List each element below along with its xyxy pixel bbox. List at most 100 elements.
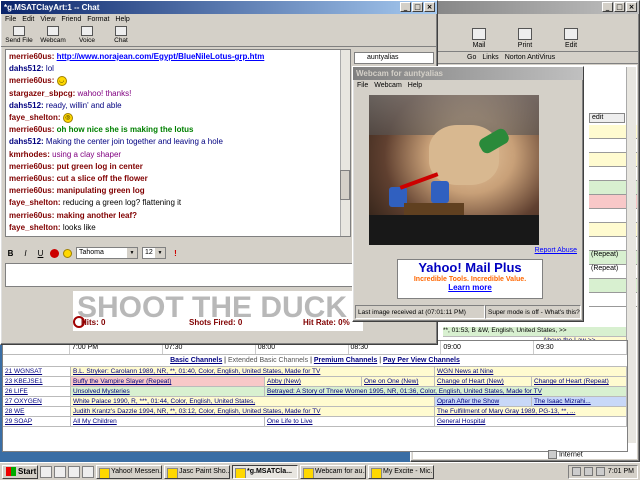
program-cell[interactable]: Oprah After the Show [435,397,532,406]
taskbar-button[interactable]: Webcam for au... [300,464,366,479]
channel-name[interactable]: 27 OXYGEN [3,397,71,406]
program-cell[interactable]: Betrayed: A Story of Three Women 1995, N… [265,387,627,396]
program-cell[interactable]: The Fulfillment of Mary Gray 1989, PG-13… [435,407,627,416]
message-nick[interactable]: merrie60us: [9,76,54,85]
message-nick[interactable]: dahs512: [9,137,44,146]
basic-channels-link[interactable]: Basic Channels [170,357,222,364]
message-link[interactable]: http://www.norajean.com/Egypt/BlueNileLo… [57,52,265,61]
clock[interactable]: 7:01 PM [608,468,634,475]
quicklaunch-ie-icon[interactable] [40,465,52,478]
print-button[interactable]: Print [503,16,547,49]
antivirus-tray-icon[interactable] [595,467,605,476]
send-file-button[interactable]: Send File [4,26,34,45]
start-button[interactable]: Start [2,464,38,479]
norton-button[interactable]: Norton AntiVirus [505,54,555,61]
message-nick[interactable]: stargazer_sbpcg: [9,89,75,98]
webcam-titlebar[interactable]: Webcam for auntyalias [353,67,583,80]
premium-channels-link[interactable]: Premium Channels [314,357,377,364]
menu-edit[interactable]: Edit [22,16,34,23]
mail-button[interactable]: Mail [457,16,501,49]
quicklaunch-word-icon[interactable] [82,465,94,478]
menu-help[interactable]: Help [115,16,129,23]
taskbar-button[interactable]: My Excite - Mic... [368,464,434,479]
edit-button[interactable]: Edit [549,16,593,49]
message-nick[interactable]: faye_shelton: [9,198,61,207]
message-nick[interactable]: merrie60us: [9,162,54,171]
program-cell[interactable]: One on One (New) [362,377,435,386]
taskbar-button[interactable]: *g.MSATCla... [232,464,298,479]
underline-button[interactable]: U [35,248,46,259]
program-cell[interactable]: General Hospital [435,417,627,426]
taskbar-button[interactable]: Yahoo! Messen... [96,464,162,479]
quicklaunch-outlook-icon[interactable] [68,465,80,478]
quicklaunch-desktop-icon[interactable] [54,465,66,478]
volume-icon[interactable] [571,467,581,476]
menu-view[interactable]: View [40,16,55,23]
learn-more-link[interactable]: Learn more [398,283,542,292]
webcam-menu-webcam[interactable]: Webcam [374,82,402,89]
program-cell[interactable]: Judith Krantz's Dazzle 1994, NR, **, 03:… [71,407,435,416]
bold-button[interactable]: B [5,248,16,259]
chat-titlebar[interactable]: *g.MSATClayArt:1 -- Chat _ □ × [1,1,437,14]
program-cell[interactable]: Buffy the Vampire Slayer (Repeat) [71,377,265,386]
chat-button[interactable]: Chat [106,26,136,45]
message-nick[interactable]: faye_shelton: [9,223,61,232]
extended-basic-link[interactable]: Extended Basic Channels [228,357,308,364]
program-cell[interactable]: White Palace 1990, R, ***, 01:44, Color,… [71,397,435,406]
minimize-button[interactable]: _ [400,2,411,12]
channel-name[interactable]: 29 SOAP [3,417,71,426]
webcam-menu-file[interactable]: File [357,82,368,89]
message-nick[interactable]: kmrhodes: [9,150,50,159]
program-cell[interactable]: WGN News at Nine [435,367,627,376]
scroll-thumb[interactable] [340,170,350,200]
program-cell[interactable]: Change of Heart (New) [435,377,532,386]
edit-link[interactable]: edit [589,113,625,123]
font-select[interactable]: Tahoma [76,247,138,259]
message-nick[interactable]: merrie60us: [9,125,54,134]
webcam-menu-help[interactable]: Help [408,82,422,89]
program-cell[interactable]: Unsolved Mysteries [71,387,265,396]
chat-log[interactable]: merrie60us: http://www.norajean.com/Egyp… [5,49,351,237]
program-cell[interactable]: Change of Heart (Repeat) [532,377,627,386]
voice-button[interactable]: Voice [72,26,102,45]
messenger-tray-icon[interactable] [583,467,593,476]
message-nick[interactable]: merrie60us: [9,211,54,220]
channel-name[interactable]: 23 KBEJSE1 [3,377,71,386]
message-nick[interactable]: dahs512: [9,64,44,73]
program-cell[interactable]: B.L. Stryker: Carolann 1989, NR, **, 01:… [71,367,435,376]
webcam-button[interactable]: Webcam [38,26,68,45]
buzz-icon[interactable]: ! [170,248,181,259]
italic-button[interactable]: I [20,248,31,259]
smiley-icon[interactable] [63,248,72,258]
message-nick[interactable]: faye_shelton: [9,113,61,122]
close-button[interactable]: × [424,2,435,12]
program-cell[interactable]: One Life to Live [265,417,435,426]
message-nick[interactable]: merrie60us: [9,52,54,61]
links-button[interactable]: Links [482,54,498,61]
minimize-button[interactable]: _ [602,2,613,12]
size-select[interactable]: 12 [142,247,166,259]
menu-format[interactable]: Format [87,16,109,23]
user-tab[interactable]: auntyalias [354,52,434,64]
taskbar-button[interactable]: Jasc Paint Sho... [164,464,230,479]
color-icon[interactable] [50,248,59,258]
shoot-the-duck-game[interactable]: SHOOT THE DUCK Hits: 0 Shots Fired: 0 Hi… [73,291,363,331]
super-mode-status[interactable]: Super mode is off - What's this? [485,305,581,319]
program-cell[interactable]: All My Children [71,417,265,426]
program-cell[interactable]: The Isaac Mizrahi... [532,397,627,406]
ppv-channels-link[interactable]: Pay Per View Channels [383,357,460,364]
browser-titlebar[interactable]: _ □ × [411,1,639,14]
chat-log-scrollbar[interactable] [340,50,350,236]
channel-name[interactable]: 26 LIFE [3,387,71,396]
yahoo-mail-plus-ad[interactable]: Yahoo! Mail Plus Incredible Tools. Incre… [397,259,543,299]
message-nick[interactable]: merrie60us: [9,186,54,195]
message-nick[interactable]: merrie60us: [9,174,54,183]
menu-file[interactable]: File [5,16,16,23]
menu-friend[interactable]: Friend [61,16,81,23]
program-cell[interactable]: Abby (New) [265,377,362,386]
channel-name[interactable]: 21 WGNSAT [3,367,71,376]
close-button[interactable]: × [626,2,637,12]
maximize-button[interactable]: □ [614,2,625,12]
go-button[interactable]: Go [467,54,476,61]
channel-name[interactable]: 28 WE [3,407,71,416]
